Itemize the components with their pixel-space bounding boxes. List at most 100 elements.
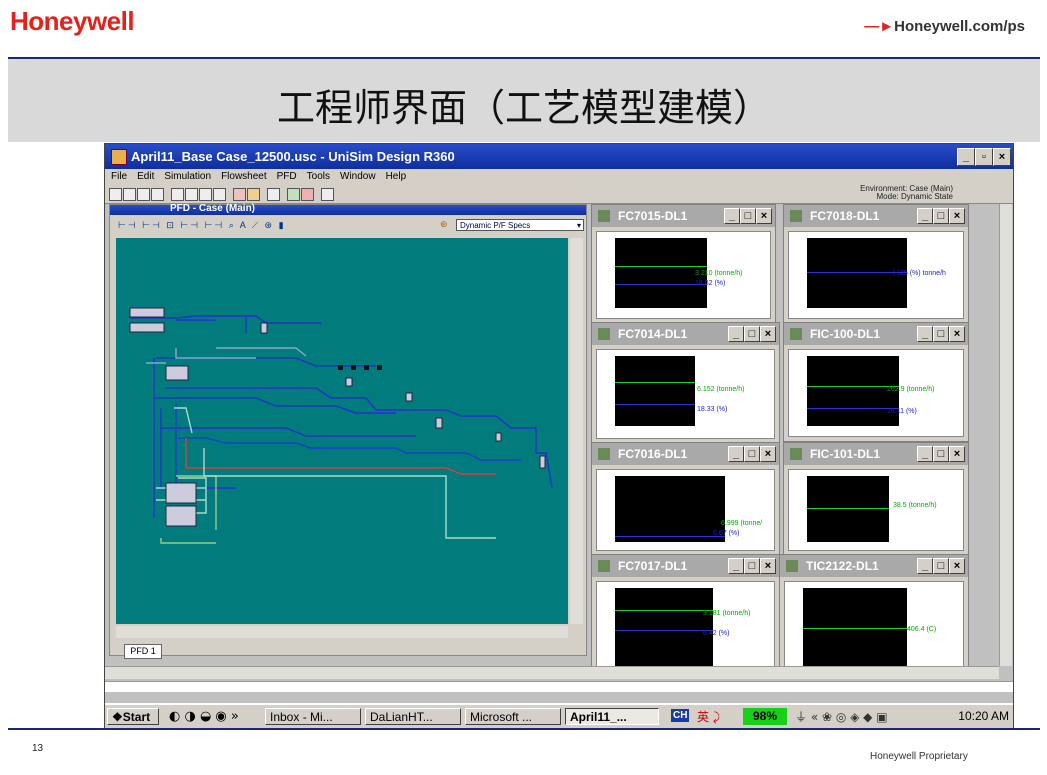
chart-title: FC7015-DL1 — [618, 209, 688, 223]
chart-maximize-button[interactable]: □ — [933, 208, 949, 224]
language-indicator[interactable]: CH — [671, 709, 690, 722]
series-line-1 — [807, 386, 899, 387]
new-file-icon[interactable] — [109, 188, 122, 201]
menu-pfd[interactable]: PFD — [277, 171, 297, 182]
ime-icon[interactable]: 英 ⤸ — [697, 708, 720, 725]
taskbar-item-label: Inbox - Mi... — [270, 710, 333, 724]
series-value-2: 6.42 (%) — [703, 630, 730, 637]
solver-stop-icon[interactable] — [233, 188, 246, 201]
series-line-2 — [615, 630, 713, 631]
series-line-2 — [807, 272, 907, 273]
window-title: April11_Base Case_12500.usc - UniSim Des… — [131, 149, 455, 164]
save-icon[interactable] — [137, 188, 150, 201]
chart-minimize-button[interactable]: _ — [728, 558, 744, 574]
pfd-tab[interactable]: PFD 1 — [124, 644, 162, 659]
minimize-button[interactable]: _ — [957, 148, 975, 166]
chart-fc7017[interactable]: FC7017-DL1 _ □ × 3.181 (tonne/h) 6.42 (%) — [591, 554, 780, 676]
menu-window[interactable]: Window — [340, 171, 376, 182]
chart-title: FIC-101-DL1 — [810, 447, 881, 461]
chart-maximize-button[interactable]: □ — [744, 558, 760, 574]
chart-close-button[interactable]: × — [756, 208, 772, 224]
strip-plot — [615, 356, 695, 426]
dynamic-mode-icon[interactable] — [301, 188, 314, 201]
chart-maximize-button[interactable]: □ — [933, 558, 949, 574]
taskbar-item-april11[interactable]: April11_... — [565, 708, 659, 725]
battery-indicator: 98% — [743, 708, 787, 725]
chart-maximize-button[interactable]: □ — [744, 326, 760, 342]
chart-close-button[interactable]: × — [760, 558, 776, 574]
menu-help[interactable]: Help — [386, 171, 407, 182]
taskbar-item-dalian[interactable]: DaLianHT... — [365, 708, 461, 725]
pfd-horizontal-scrollbar[interactable] — [116, 626, 568, 638]
chart-fic-101[interactable]: FIC-101-DL1 _ □ × 38.5 (tonne/h) — [783, 442, 969, 556]
menu-flowsheet[interactable]: Flowsheet — [221, 171, 267, 182]
chart-header: FC7014-DL1 _ □ × — [592, 323, 779, 345]
print-icon[interactable] — [151, 188, 164, 201]
chart-fic-100[interactable]: FIC-100-DL1 _ □ × 262.9 (tonne/h) 16.11 (%) — [783, 322, 969, 442]
chart-fc7016[interactable]: FC7016-DL1 _ □ × 6.999 (tonne/6.67 (%) — [591, 442, 780, 556]
pfd-icon[interactable] — [185, 188, 198, 201]
main-vertical-scrollbar[interactable] — [999, 204, 1012, 666]
menu-edit[interactable]: Edit — [137, 171, 154, 182]
chart-maximize-button[interactable]: □ — [740, 208, 756, 224]
chart-title: FC7017-DL1 — [618, 559, 688, 573]
chart-minimize-button[interactable]: _ — [917, 208, 933, 224]
chart-fc7014[interactable]: FC7014-DL1 _ □ × 6.152 (tonne/h) 18.33 (%) — [591, 322, 780, 444]
chart-minimize-button[interactable]: _ — [724, 208, 740, 224]
strip-plot — [615, 476, 725, 542]
slide-number: 13 — [32, 743, 44, 754]
chart-tic2122[interactable]: TIC2122-DL1 _ □ × 406.4 (C) — [779, 554, 969, 676]
chart-close-button[interactable]: × — [949, 208, 965, 224]
start-button[interactable]: ❖Start — [107, 708, 159, 725]
taskbar-item-label: Microsoft ... — [470, 710, 533, 724]
strip-plot — [615, 238, 707, 308]
footer-rule — [8, 728, 1040, 730]
object-navigator-icon[interactable] — [199, 188, 212, 201]
pfd-titlebar: PFD - Case (Main) — [110, 203, 586, 215]
taskbar-item-microsoft[interactable]: Microsoft ... — [465, 708, 561, 725]
dynamic-specs-select[interactable]: Dynamic P/F Specs ▾ — [456, 219, 584, 231]
main-toolbar: Environment: Case (Main) Mode: Dynamic St… — [105, 185, 1013, 204]
chart-close-button[interactable]: × — [949, 446, 965, 462]
footer-proprietary: Honeywell Proprietary — [870, 751, 968, 762]
chart-title: TIC2122-DL1 — [806, 559, 879, 573]
tray-icons[interactable]: ⏚ « ❀ ◎ ◈ ◆ ▣ — [795, 708, 888, 725]
chart-header: FIC-101-DL1 _ □ × — [784, 443, 968, 465]
series-line-1 — [803, 628, 907, 629]
chart-maximize-button[interactable]: □ — [744, 446, 760, 462]
databook-icon[interactable] — [213, 188, 226, 201]
main-horizontal-scrollbar[interactable] — [105, 666, 999, 679]
chart-minimize-button[interactable]: _ — [728, 446, 744, 462]
environment-line2: Mode: Dynamic State — [876, 192, 953, 201]
chart-minimize-button[interactable]: _ — [917, 326, 933, 342]
menu-file[interactable]: File — [111, 171, 127, 182]
chart-close-button[interactable]: × — [760, 326, 776, 342]
chevron-down-icon: ▾ — [576, 221, 581, 230]
quick-launch-icons[interactable]: ◐ ◑ ◒ ◉ » — [169, 709, 239, 724]
chart-maximize-button[interactable]: □ — [933, 446, 949, 462]
chart-close-button[interactable]: × — [949, 326, 965, 342]
chart-minimize-button[interactable]: _ — [728, 326, 744, 342]
taskbar-item-inbox[interactable]: Inbox - Mi... — [265, 708, 361, 725]
menu-simulation[interactable]: Simulation — [164, 171, 211, 182]
series-line-2 — [615, 404, 695, 405]
pfd-vertical-scrollbar[interactable] — [570, 238, 583, 624]
flask-icon[interactable] — [321, 188, 334, 201]
restore-button[interactable]: ▫ — [975, 148, 993, 166]
pfd-canvas[interactable] — [116, 238, 568, 624]
chart-minimize-button[interactable]: _ — [917, 446, 933, 462]
chart-maximize-button[interactable]: □ — [933, 326, 949, 342]
chart-minimize-button[interactable]: _ — [917, 558, 933, 574]
integrator-icon[interactable] — [267, 188, 280, 201]
chart-fc7015[interactable]: FC7015-DL1 _ □ × 3.210 (tonne/h) 18.82 (%) — [591, 204, 776, 324]
menu-tools[interactable]: Tools — [307, 171, 330, 182]
chart-fc7018[interactable]: FC7018-DL1 _ □ × (-)25 (%) tonne/h — [783, 204, 969, 324]
open-file-icon[interactable] — [123, 188, 136, 201]
chart-close-button[interactable]: × — [760, 446, 776, 462]
close-button[interactable]: × — [993, 148, 1011, 166]
steady-state-icon[interactable] — [287, 188, 300, 201]
workbook-icon[interactable] — [171, 188, 184, 201]
pfd-tool-icons[interactable]: ⊢⊣ ⊢⊣ ⊡ ⊢⊣ ⊢⊣ ⌕ A ⟋ ⊛ ▮ — [118, 220, 286, 231]
chart-close-button[interactable]: × — [949, 558, 965, 574]
solver-go-icon[interactable] — [247, 188, 260, 201]
